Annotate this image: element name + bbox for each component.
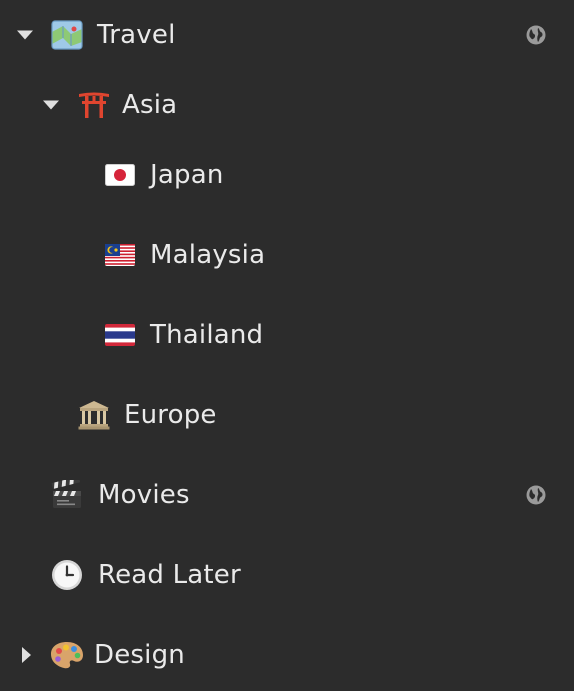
- tree-item-label: Travel: [97, 20, 176, 50]
- artist-palette-icon: [50, 638, 84, 672]
- flag-japan-icon: [103, 158, 137, 192]
- tree-item-label: Europe: [124, 400, 217, 430]
- chevron-right-icon[interactable]: [22, 647, 31, 663]
- tree-item-movies[interactable]: Movies: [0, 467, 574, 523]
- tree-item-asia[interactable]: Asia: [0, 77, 574, 133]
- tree-item-thailand[interactable]: Thailand: [0, 307, 574, 363]
- tree-item-design[interactable]: Design: [0, 627, 574, 683]
- torii-gate-icon: [77, 88, 111, 122]
- flag-malaysia-icon: [103, 238, 137, 272]
- clock-icon: [50, 558, 84, 592]
- globe-icon: [526, 25, 546, 45]
- tree-item-label: Design: [94, 640, 185, 670]
- globe-icon: [526, 485, 546, 505]
- classical-building-icon: [77, 398, 111, 432]
- tree-item-read-later[interactable]: Read Later: [0, 547, 574, 603]
- chevron-down-icon[interactable]: [43, 100, 59, 110]
- tree-item-label: Malaysia: [150, 240, 266, 270]
- tree-item-label: Thailand: [150, 320, 264, 350]
- tree-item-japan[interactable]: Japan: [0, 147, 574, 203]
- tree-item-travel[interactable]: Travel: [0, 7, 574, 63]
- tree-item-malaysia[interactable]: Malaysia: [0, 227, 574, 283]
- tree-item-label: Japan: [150, 160, 224, 190]
- tree-item-label: Asia: [122, 90, 178, 120]
- clapper-board-icon: [50, 478, 84, 512]
- tree-item-europe[interactable]: Europe: [0, 387, 574, 443]
- chevron-down-icon[interactable]: [17, 30, 33, 40]
- tree-item-label: Movies: [98, 480, 190, 510]
- tree-item-label: Read Later: [98, 560, 241, 590]
- map-icon: [50, 18, 84, 52]
- flag-thailand-icon: [103, 318, 137, 352]
